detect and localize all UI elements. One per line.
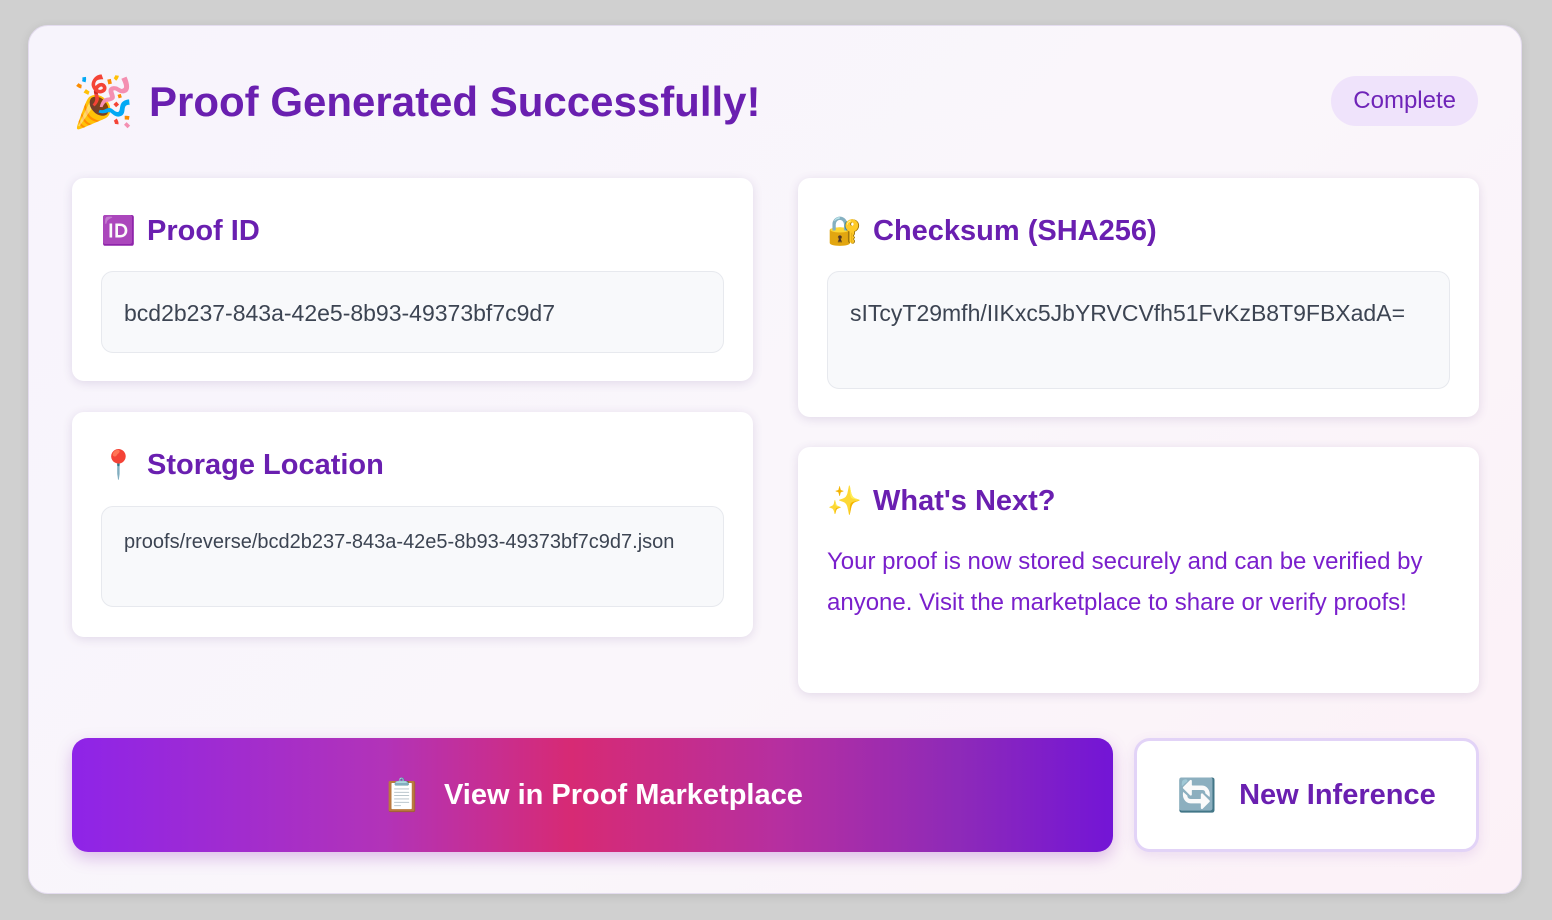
view-marketplace-label: View in Proof Marketplace: [443, 779, 803, 811]
lock-key-icon: 🔐: [827, 215, 862, 246]
proof-id-title: Proof ID: [147, 215, 260, 247]
id-icon: 🆔: [101, 215, 136, 246]
checksum-value[interactable]: sITcyT29mfh/IIKxc5JbYRVCVfh51FvKzB8T9FBX…: [827, 271, 1450, 389]
proof-id-value[interactable]: bcd2b237-843a-42e5-8b93-49373bf7c9d7: [101, 271, 724, 353]
whats-next-text: Your proof is now stored securely and ca…: [827, 548, 1423, 616]
proof-id-header: 🆔 Proof ID: [101, 213, 260, 249]
proof-id-card: 🆔 Proof ID bcd2b237-843a-42e5-8b93-49373b…: [72, 178, 753, 381]
whats-next-title: What's Next?: [873, 485, 1056, 517]
checksum-card: 🔐 Checksum (SHA256) sITcyT29mfh/IIKxc5JbY…: [798, 178, 1479, 417]
clipboard-icon: 📋: [382, 777, 422, 813]
new-inference-button[interactable]: 🔄 New Inference: [1134, 738, 1479, 852]
storage-location-header: 📍 Storage Location: [101, 447, 384, 483]
panel-header: 🎉 Proof Generated Successfully! Complete: [72, 71, 1478, 133]
storage-location-title: Storage Location: [147, 449, 384, 481]
whats-next-header: ✨ What's Next?: [827, 483, 1056, 519]
status-badge: Complete: [1331, 76, 1478, 126]
refresh-icon: 🔄: [1177, 777, 1218, 813]
sparkles-icon: ✨: [827, 485, 862, 516]
storage-location-value[interactable]: proofs/reverse/bcd2b237-843a-42e5-8b93-4…: [101, 506, 724, 607]
checksum-title: Checksum (SHA256): [873, 215, 1157, 247]
checksum-header: 🔐 Checksum (SHA256): [827, 213, 1157, 249]
storage-location-card: 📍 Storage Location proofs/reverse/bcd2b23…: [72, 412, 753, 637]
new-inference-label: New Inference: [1239, 779, 1436, 811]
view-marketplace-button[interactable]: 📋 View in Proof Marketplace: [72, 738, 1113, 852]
page-title: Proof Generated Successfully!: [149, 78, 761, 125]
pushpin-icon: 📍: [101, 449, 136, 480]
party-popper-icon: 🎉: [72, 74, 135, 130]
whats-next-card: ✨ What's Next? Your proof is now stored s…: [798, 447, 1479, 693]
